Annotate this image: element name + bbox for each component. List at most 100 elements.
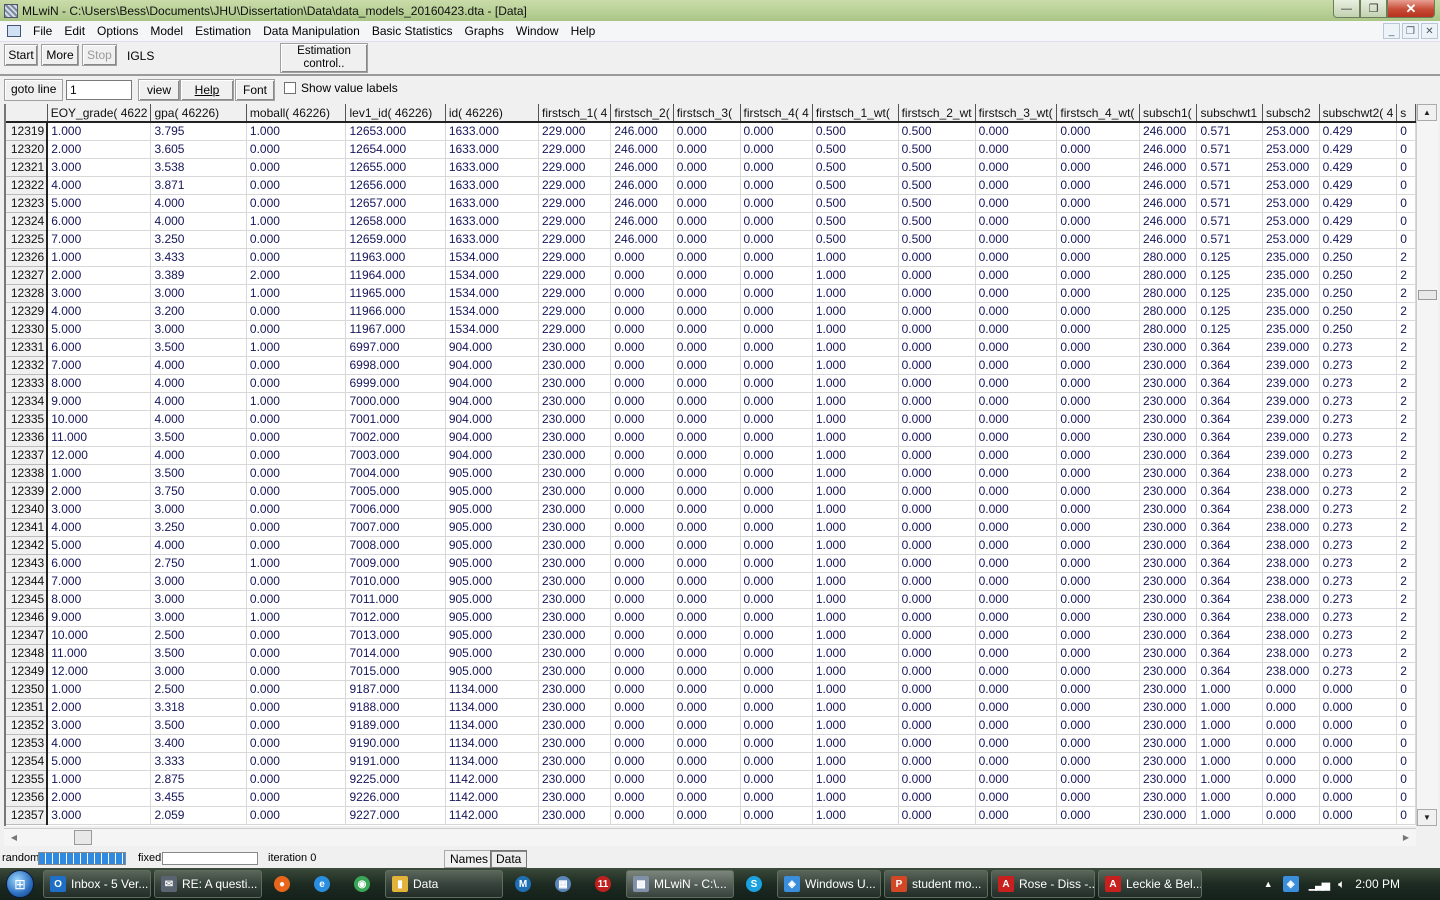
data-cell[interactable]: 239.000 <box>1262 356 1320 375</box>
data-cell[interactable]: 0.000 <box>246 788 347 807</box>
data-cell[interactable]: 0.000 <box>740 554 813 573</box>
taskbar-item[interactable]: Pstudent mo... <box>884 870 988 898</box>
data-cell[interactable]: 0.000 <box>740 194 813 213</box>
data-cell[interactable]: 0.364 <box>1196 500 1263 519</box>
minimize-button[interactable]: — <box>1333 0 1360 18</box>
column-header[interactable]: subschwt1 <box>1196 104 1263 123</box>
data-cell[interactable]: 0.000 <box>1056 140 1140 159</box>
data-cell[interactable]: 0.000 <box>898 374 976 393</box>
data-cell[interactable]: 238.000 <box>1262 554 1320 573</box>
data-cell[interactable]: 0.000 <box>673 194 741 213</box>
data-cell[interactable]: 230.000 <box>1139 626 1198 645</box>
row-number[interactable]: 12349 <box>6 662 49 681</box>
data-cell[interactable]: 3.000 <box>150 572 247 591</box>
data-cell[interactable]: 0.000 <box>1056 446 1140 465</box>
data-cell[interactable]: 0.000 <box>673 662 741 681</box>
column-header[interactable]: firstsch_3_wt( <box>975 104 1058 123</box>
data-cell[interactable]: 0.000 <box>246 770 347 789</box>
data-cell[interactable]: 0.000 <box>898 446 976 465</box>
data-cell[interactable]: 280.000 <box>1139 266 1198 285</box>
data-cell[interactable]: 230.000 <box>538 770 612 789</box>
data-cell[interactable]: 4.000 <box>47 176 152 195</box>
data-cell[interactable]: 2.000 <box>47 698 152 717</box>
data-cell[interactable]: 0.000 <box>610 284 674 303</box>
data-cell[interactable]: 3.500 <box>150 338 247 357</box>
horizontal-scrollbar[interactable]: ◀ ▶ <box>4 828 1416 846</box>
data-cell[interactable]: 0.500 <box>812 230 899 249</box>
data-cell[interactable]: 0.000 <box>898 608 976 627</box>
data-cell[interactable]: 905.000 <box>445 482 540 501</box>
taskbar-item[interactable]: ▩ MLwiN - C:\... <box>626 870 734 898</box>
row-number[interactable]: 12324 <box>6 212 49 231</box>
data-cell[interactable]: 0.000 <box>740 356 813 375</box>
data-cell[interactable]: 11963.000 <box>345 248 446 267</box>
data-cell[interactable]: 230.000 <box>1139 374 1198 393</box>
data-cell[interactable]: 0.000 <box>610 554 674 573</box>
data-cell[interactable]: 1134.000 <box>445 734 540 753</box>
data-cell[interactable]: 1633.000 <box>445 194 540 213</box>
data-cell[interactable]: 0.000 <box>673 716 741 735</box>
data-cell[interactable]: 1.000 <box>812 446 899 465</box>
data-cell[interactable]: 230.000 <box>538 464 612 483</box>
maximize-button[interactable]: ❐ <box>1360 0 1387 18</box>
column-header[interactable]: firstsch_1( 4 <box>538 104 612 123</box>
data-cell[interactable]: 7001.000 <box>345 410 446 429</box>
data-cell[interactable]: 3.000 <box>150 590 247 609</box>
data-cell[interactable]: 0.125 <box>1196 302 1263 321</box>
data-cell[interactable]: 0.125 <box>1196 248 1263 267</box>
data-cell[interactable]: 230.000 <box>538 716 612 735</box>
data-cell[interactable]: 1.000 <box>812 248 899 267</box>
data-cell[interactable]: 230.000 <box>1139 482 1198 501</box>
data-cell[interactable]: 0.000 <box>1056 716 1140 735</box>
row-number[interactable]: 12332 <box>6 356 49 375</box>
data-cell[interactable]: 0.000 <box>610 518 674 537</box>
data-cell[interactable]: 246.000 <box>610 212 674 231</box>
data-cell[interactable]: 1.000 <box>1196 752 1263 771</box>
data-cell[interactable]: 2 <box>1396 518 1416 537</box>
data-cell[interactable]: 239.000 <box>1262 410 1320 429</box>
data-cell[interactable]: 0.273 <box>1319 338 1398 357</box>
data-cell[interactable]: 0.000 <box>898 572 976 591</box>
data-cell[interactable]: 3.000 <box>150 320 247 339</box>
data-cell[interactable]: 0.000 <box>1056 770 1140 789</box>
data-cell[interactable]: 0.364 <box>1196 338 1263 357</box>
data-cell[interactable]: 230.000 <box>1139 536 1198 555</box>
data-cell[interactable]: 230.000 <box>538 518 612 537</box>
data-cell[interactable]: 4.000 <box>150 446 247 465</box>
pinned-app-button[interactable]: ◉ <box>342 870 382 898</box>
data-cell[interactable]: 12659.000 <box>345 230 446 249</box>
data-cell[interactable]: 0.429 <box>1319 140 1398 159</box>
data-cell[interactable]: 0.000 <box>673 122 741 141</box>
data-cell[interactable]: 3.318 <box>150 698 247 717</box>
data-cell[interactable]: 0.000 <box>673 158 741 177</box>
data-cell[interactable]: 0.000 <box>246 644 347 663</box>
data-cell[interactable]: 230.000 <box>538 374 612 393</box>
data-cell[interactable]: 1.000 <box>812 500 899 519</box>
row-number[interactable]: 12329 <box>6 302 49 321</box>
data-cell[interactable]: 2 <box>1396 284 1416 303</box>
data-cell[interactable]: 1.000 <box>812 284 899 303</box>
data-cell[interactable]: 0.000 <box>673 680 741 699</box>
data-cell[interactable]: 0 <box>1396 788 1416 807</box>
data-cell[interactable]: 9.000 <box>47 392 152 411</box>
data-cell[interactable]: 7005.000 <box>345 482 446 501</box>
data-cell[interactable]: 0.250 <box>1319 248 1398 267</box>
data-cell[interactable]: 1633.000 <box>445 176 540 195</box>
data-cell[interactable]: 0.500 <box>812 140 899 159</box>
row-number[interactable]: 12333 <box>6 374 49 393</box>
data-cell[interactable]: 230.000 <box>1139 446 1198 465</box>
column-header[interactable]: firstsch_3( <box>673 104 741 123</box>
data-cell[interactable]: 0.000 <box>975 212 1058 231</box>
data-cell[interactable]: 0.000 <box>246 752 347 771</box>
data-cell[interactable]: 11965.000 <box>345 284 446 303</box>
data-cell[interactable]: 0.364 <box>1196 518 1263 537</box>
row-number[interactable]: 12346 <box>6 608 49 627</box>
data-cell[interactable]: 230.000 <box>538 806 612 825</box>
data-cell[interactable]: 0.000 <box>740 122 813 141</box>
data-cell[interactable]: 0.000 <box>246 662 347 681</box>
data-cell[interactable]: 0.000 <box>1056 734 1140 753</box>
data-cell[interactable]: 905.000 <box>445 626 540 645</box>
data-cell[interactable]: 9190.000 <box>345 734 446 753</box>
data-cell[interactable]: 280.000 <box>1139 320 1198 339</box>
data-cell[interactable]: 0.000 <box>246 302 347 321</box>
